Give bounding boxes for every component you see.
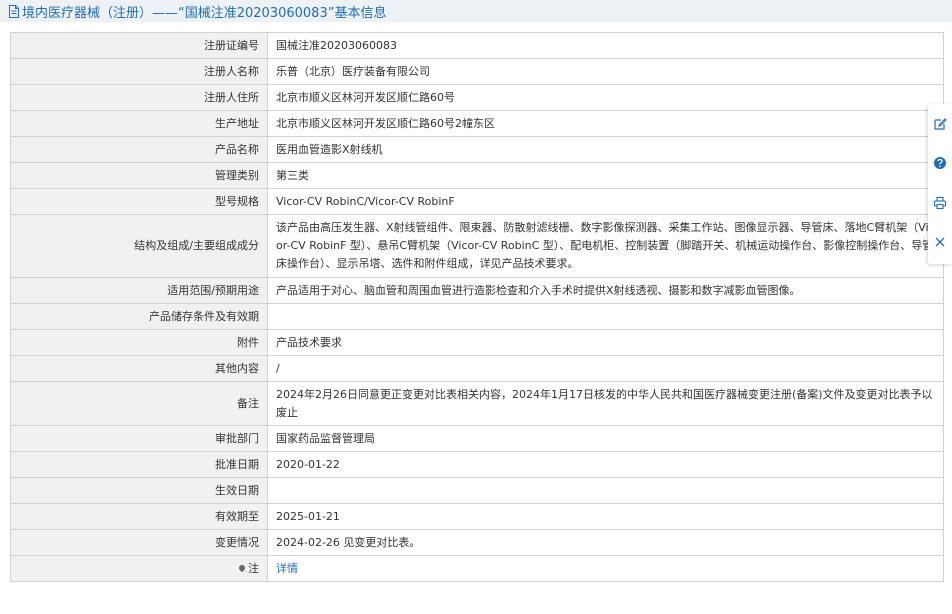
print-icon bbox=[933, 196, 947, 210]
close-icon bbox=[935, 237, 945, 247]
field-value: 国家药品监督管理局 bbox=[267, 425, 944, 452]
document-icon bbox=[9, 4, 19, 18]
field-label: 适用范围/预期用途 bbox=[10, 277, 268, 304]
field-label: 生效日期 bbox=[10, 477, 268, 504]
field-value: 产品技术要求 bbox=[267, 329, 944, 356]
note-label: 注 bbox=[10, 555, 268, 582]
page-title: 境内医疗器械（注册）——“国械注准20203060083”基本信息 bbox=[22, 5, 387, 21]
field-value: 第三类 bbox=[267, 162, 944, 189]
table-row: 有效期至 2025-01-21 bbox=[10, 503, 944, 530]
field-label: 产品名称 bbox=[10, 136, 268, 163]
help-button[interactable] bbox=[928, 151, 952, 175]
field-label: 附件 bbox=[10, 329, 268, 356]
table-row: 生产地址 北京市顺义区林河开发区顺仁路60号2幢东区 bbox=[10, 110, 944, 137]
field-label: 有效期至 bbox=[10, 503, 268, 530]
field-value: 北京市顺义区林河开发区顺仁路60号 bbox=[267, 84, 944, 111]
table-row: 批准日期 2020-01-22 bbox=[10, 451, 944, 478]
table-row: 变更情况 2024-02-26 见变更对比表。 bbox=[10, 529, 944, 556]
side-toolbar bbox=[928, 104, 952, 264]
field-label: 生产地址 bbox=[10, 110, 268, 137]
table-row: 产品储存条件及有效期 bbox=[10, 303, 944, 330]
registration-info-table: 注册证编号 国械注准20203060083 注册人名称 乐普（北京）医疗装备有限… bbox=[10, 32, 944, 582]
field-label: 注册人住所 bbox=[10, 84, 268, 111]
close-button[interactable] bbox=[928, 230, 952, 254]
field-label: 产品储存条件及有效期 bbox=[10, 303, 268, 330]
field-value: Vicor-CV RobinC/Vicor-CV RobinF bbox=[267, 188, 944, 215]
field-value: 该产品由高压发生器、X射线管组件、限束器、防散射滤线栅、数字影像探测器、采集工作… bbox=[267, 214, 944, 278]
field-value: 2024年2月26日同意更正变更对比表相关内容，2024年1月17日核发的中华人… bbox=[267, 381, 944, 426]
field-label: 注 bbox=[248, 561, 259, 575]
field-label: 其他内容 bbox=[10, 355, 268, 382]
field-value: 2024-02-26 见变更对比表。 bbox=[267, 529, 944, 556]
table-row: 注册证编号 国械注准20203060083 bbox=[10, 32, 944, 59]
table-row: 结构及组成/主要组成成分 该产品由高压发生器、X射线管组件、限束器、防散射滤线栅… bbox=[10, 214, 944, 278]
help-icon bbox=[934, 157, 946, 169]
field-value: 医用血管造影X射线机 bbox=[267, 136, 944, 163]
field-value: 北京市顺义区林河开发区顺仁路60号2幢东区 bbox=[267, 110, 944, 137]
table-row: 管理类别 第三类 bbox=[10, 162, 944, 189]
table-row: 注 详情 bbox=[10, 555, 944, 582]
table-row: 注册人名称 乐普（北京）医疗装备有限公司 bbox=[10, 58, 944, 85]
table-row: 其他内容 / bbox=[10, 355, 944, 382]
field-value: 国械注准20203060083 bbox=[267, 32, 944, 59]
edit-button[interactable] bbox=[928, 112, 952, 136]
details-link[interactable]: 详情 bbox=[276, 562, 298, 575]
table-row: 附件 产品技术要求 bbox=[10, 329, 944, 356]
field-value: 2020-01-22 bbox=[267, 451, 944, 478]
field-value: 产品适用于对心、脑血管和周围血管进行造影检查和介入手术时提供X射线透视、摄影和数… bbox=[267, 277, 944, 304]
field-label: 备注 bbox=[10, 381, 268, 426]
table-row: 备注 2024年2月26日同意更正变更对比表相关内容，2024年1月17日核发的… bbox=[10, 381, 944, 426]
field-value: 详情 bbox=[267, 555, 944, 582]
field-value: / bbox=[267, 355, 944, 382]
table-row: 型号规格 Vicor-CV RobinC/Vicor-CV RobinF bbox=[10, 188, 944, 215]
field-label: 结构及组成/主要组成成分 bbox=[10, 214, 268, 278]
field-label: 注册证编号 bbox=[10, 32, 268, 59]
field-label: 变更情况 bbox=[10, 529, 268, 556]
print-button[interactable] bbox=[928, 191, 952, 215]
field-label: 注册人名称 bbox=[10, 58, 268, 85]
table-row: 产品名称 医用血管造影X射线机 bbox=[10, 136, 944, 163]
field-label: 管理类别 bbox=[10, 162, 268, 189]
field-label: 审批部门 bbox=[10, 425, 268, 452]
field-label: 批准日期 bbox=[10, 451, 268, 478]
pin-icon bbox=[237, 563, 247, 572]
table-row: 审批部门 国家药品监督管理局 bbox=[10, 425, 944, 452]
field-value: 乐普（北京）医疗装备有限公司 bbox=[267, 58, 944, 85]
page-header: 境内医疗器械（注册）——“国械注准20203060083”基本信息 bbox=[0, 0, 952, 22]
field-value bbox=[267, 477, 944, 504]
table-row: 适用范围/预期用途 产品适用于对心、脑血管和周围血管进行造影检查和介入手术时提供… bbox=[10, 277, 944, 304]
field-value bbox=[267, 303, 944, 330]
field-label: 型号规格 bbox=[10, 188, 268, 215]
edit-icon bbox=[934, 118, 947, 130]
table-row: 注册人住所 北京市顺义区林河开发区顺仁路60号 bbox=[10, 84, 944, 111]
field-value: 2025-01-21 bbox=[267, 503, 944, 530]
table-row: 生效日期 bbox=[10, 477, 944, 504]
